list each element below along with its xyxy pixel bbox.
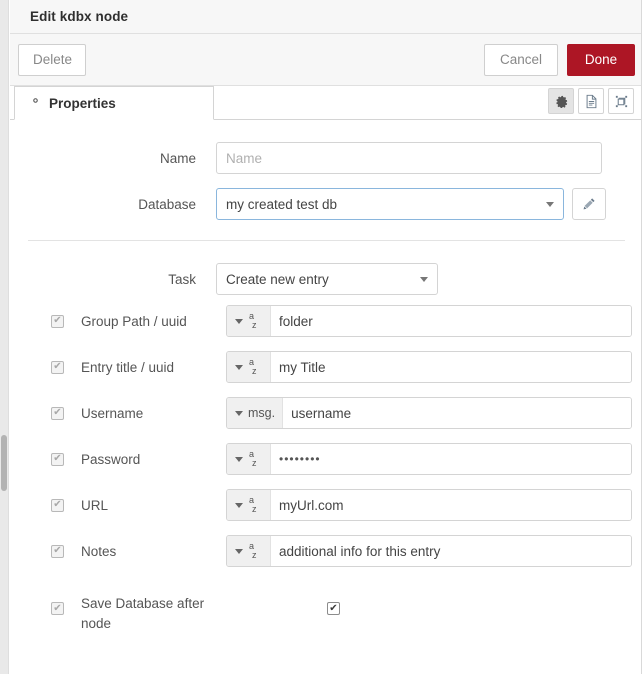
name-label: Name xyxy=(159,150,196,166)
dialog-toolbar: Delete Cancel Done xyxy=(10,34,641,86)
typed-field-row: ✔ Notes a z xyxy=(10,535,641,567)
chevron-down-icon xyxy=(235,410,243,416)
save-after-node-checkbox[interactable]: ✔ xyxy=(327,602,340,615)
field-type-select[interactable]: az xyxy=(227,352,271,382)
tab-properties-label: Properties xyxy=(49,95,116,111)
gear-icon xyxy=(29,94,42,112)
field-value-input[interactable] xyxy=(271,352,631,382)
dialog-header: Edit kdbx node xyxy=(10,0,641,34)
chevron-down-icon xyxy=(235,502,243,508)
check-icon: ✔ xyxy=(329,602,338,614)
database-select[interactable]: my created test db xyxy=(216,188,564,220)
database-select-value: my created test db xyxy=(226,196,338,212)
field-label: Username xyxy=(81,405,144,421)
typed-input: az xyxy=(226,305,632,337)
edit-database-button[interactable] xyxy=(572,188,606,220)
task-label: Task xyxy=(168,271,196,287)
typed-field-row: ✔ Entry title / uuid a z xyxy=(10,351,641,383)
field-label: Notes xyxy=(81,543,117,559)
vertical-scrollbar-thumb[interactable] xyxy=(1,435,7,491)
pencil-icon xyxy=(583,198,595,210)
field-type-select[interactable]: az xyxy=(227,306,271,336)
chevron-down-icon xyxy=(420,277,428,282)
field-value-input[interactable] xyxy=(283,398,631,428)
check-icon: ✔ xyxy=(53,499,62,510)
save-after-node-label: Save Database after node xyxy=(81,596,205,631)
field-type-select[interactable]: az xyxy=(227,536,271,566)
check-icon: ✔ xyxy=(53,545,62,556)
field-label: URL xyxy=(81,497,109,513)
edit-node-dialog: Edit kdbx node Delete Cancel Done Proper… xyxy=(0,0,642,674)
appearance-icon xyxy=(615,95,627,107)
typed-field-row: ✔ URL a z xyxy=(10,489,641,521)
chevron-down-icon xyxy=(546,202,554,207)
database-label: Database xyxy=(138,196,196,212)
field-value-input[interactable] xyxy=(271,536,631,566)
typed-input: az xyxy=(226,351,632,383)
document-icon xyxy=(586,94,596,108)
vertical-scrollbar-track[interactable] xyxy=(0,0,9,674)
typed-field-row: ✔ Password a z xyxy=(10,443,641,475)
chevron-down-icon xyxy=(235,318,243,324)
typed-input: az xyxy=(226,443,632,475)
gear-icon xyxy=(556,95,568,108)
field-enable-checkbox[interactable]: ✔ xyxy=(51,544,64,558)
task-select[interactable]: Create new entry xyxy=(216,263,438,295)
field-enable-checkbox[interactable]: ✔ xyxy=(51,360,64,374)
field-type-select[interactable]: az xyxy=(227,490,271,520)
check-icon: ✔ xyxy=(53,361,62,372)
typed-field-row: ✔ Group Path / uuid a z xyxy=(10,305,641,337)
msg-type-label: msg. xyxy=(248,406,276,420)
string-type-icon: az xyxy=(249,495,257,514)
tab-bar: Properties xyxy=(10,86,641,120)
cancel-button[interactable]: Cancel xyxy=(484,44,558,76)
section-divider xyxy=(28,240,625,241)
field-label: Password xyxy=(81,451,141,467)
field-enable-checkbox[interactable]: ✔ xyxy=(51,406,64,420)
string-type-icon: az xyxy=(249,541,257,560)
tab-properties[interactable]: Properties xyxy=(14,86,214,120)
chevron-down-icon xyxy=(235,364,243,370)
name-input[interactable] xyxy=(216,142,602,174)
field-value-input[interactable] xyxy=(271,490,631,520)
string-type-icon: az xyxy=(249,311,257,330)
gear-icon-button[interactable] xyxy=(548,88,574,114)
field-enable-checkbox[interactable]: ✔ xyxy=(51,452,64,466)
typed-input: az xyxy=(226,489,632,521)
done-button[interactable]: Done xyxy=(567,44,635,76)
typed-field-row: ✔ Username msg. xyxy=(10,397,641,429)
field-type-select[interactable]: msg. xyxy=(227,398,284,428)
field-type-select[interactable]: az xyxy=(227,444,271,474)
string-type-icon: az xyxy=(249,357,257,376)
check-icon: ✔ xyxy=(53,453,62,464)
page-title: Edit kdbx node xyxy=(30,9,129,24)
field-label: Group Path / uuid xyxy=(81,313,187,329)
task-select-value: Create new entry xyxy=(226,271,329,287)
field-value-input[interactable] xyxy=(271,306,631,336)
string-type-icon: az xyxy=(249,449,257,468)
check-icon: ✔ xyxy=(53,315,62,326)
field-label: Entry title / uuid xyxy=(81,359,175,375)
appearance-icon-button[interactable] xyxy=(608,88,634,114)
field-enable-checkbox[interactable]: ✔ xyxy=(51,498,64,512)
tab-icon-group xyxy=(548,88,634,114)
chevron-down-icon xyxy=(235,548,243,554)
chevron-down-icon xyxy=(235,456,243,462)
save-after-node-enable-checkbox[interactable]: ✔ xyxy=(51,602,64,615)
typed-input: msg. xyxy=(226,397,632,429)
check-icon: ✔ xyxy=(53,407,62,418)
check-icon: ✔ xyxy=(53,602,62,614)
properties-form: Name Database my created test db Task xyxy=(10,120,641,674)
delete-button[interactable]: Delete xyxy=(18,44,86,76)
description-icon-button[interactable] xyxy=(578,88,604,114)
field-enable-checkbox[interactable]: ✔ xyxy=(51,314,64,328)
field-value-input[interactable] xyxy=(271,444,631,474)
typed-input: az xyxy=(226,535,632,567)
